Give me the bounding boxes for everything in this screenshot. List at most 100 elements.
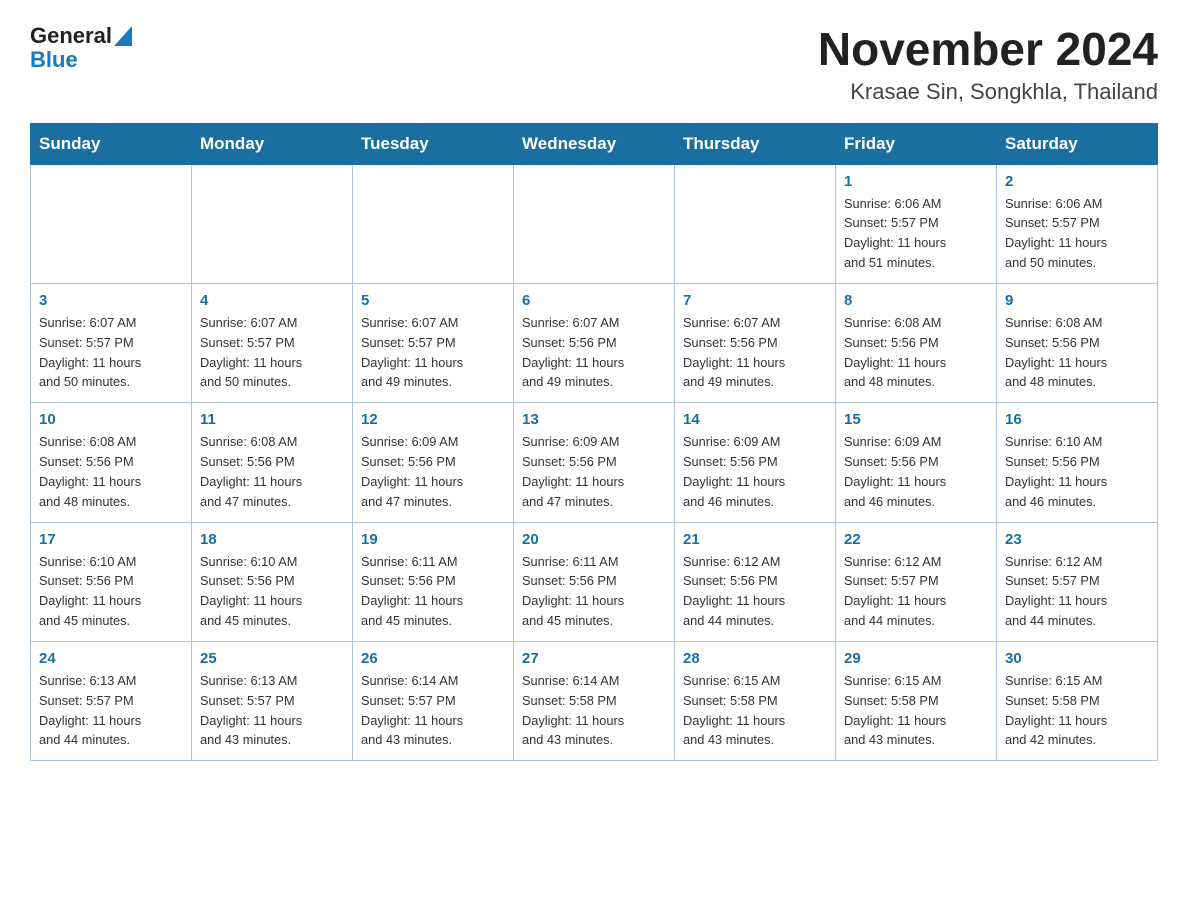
day-number: 3 [39,292,183,309]
subtitle: Krasae Sin, Songkhla, Thailand [818,79,1158,105]
day-number: 14 [683,411,827,428]
day-number: 29 [844,650,988,667]
calendar-week-row: 1 Sunrise: 6:06 AMSunset: 5:57 PMDaylight… [31,164,1158,283]
day-info: Sunrise: 6:08 AMSunset: 5:56 PMDaylight:… [39,432,183,511]
day-number: 9 [1005,292,1149,309]
calendar-cell: 13Sunrise: 6:09 AMSunset: 5:56 PMDayligh… [514,403,675,522]
calendar-cell: 17 Sunrise: 6:10 AMSunset: 5:56 PMDayligh… [31,522,192,641]
day-number: 27 [522,650,666,667]
calendar-cell: 27 Sunrise: 6:14 AMSunset: 5:58 PMDayligh… [514,641,675,760]
calendar-cell: 4Sunrise: 6:07 AMSunset: 5:57 PMDaylight… [192,283,353,402]
day-number: 15 [844,411,988,428]
day-info: Sunrise: 6:06 AMSunset: 5:57 PMDaylight:… [1005,194,1149,273]
day-info: Sunrise: 6:07 AMSunset: 5:56 PMDaylight:… [683,313,827,392]
title-area: November 2024 Krasae Sin, Songkhla, Thai… [818,24,1158,105]
calendar-cell: 25Sunrise: 6:13 AMSunset: 5:57 PMDayligh… [192,641,353,760]
calendar-cell: 24 Sunrise: 6:13 AMSunset: 5:57 PMDayligh… [31,641,192,760]
calendar-cell: 14 Sunrise: 6:09 AMSunset: 5:56 PMDayligh… [675,403,836,522]
calendar-cell: 28 Sunrise: 6:15 AMSunset: 5:58 PMDayligh… [675,641,836,760]
calendar-table: SundayMondayTuesdayWednesdayThursdayFrid… [30,123,1158,762]
col-header-thursday: Thursday [675,123,836,164]
calendar-week-row: 10Sunrise: 6:08 AMSunset: 5:56 PMDayligh… [31,403,1158,522]
calendar-cell [31,164,192,283]
calendar-cell: 9Sunrise: 6:08 AMSunset: 5:56 PMDaylight… [997,283,1158,402]
day-info: Sunrise: 6:13 AMSunset: 5:57 PMDaylight:… [200,671,344,750]
day-number: 1 [844,173,988,190]
day-info: Sunrise: 6:08 AMSunset: 5:56 PMDaylight:… [844,313,988,392]
day-info: Sunrise: 6:14 AMSunset: 5:58 PMDaylight:… [522,671,666,750]
col-header-sunday: Sunday [31,123,192,164]
day-number: 18 [200,531,344,548]
day-number: 2 [1005,173,1149,190]
day-info: Sunrise: 6:15 AMSunset: 5:58 PMDaylight:… [1005,671,1149,750]
col-header-saturday: Saturday [997,123,1158,164]
col-header-monday: Monday [192,123,353,164]
day-info: Sunrise: 6:10 AMSunset: 5:56 PMDaylight:… [1005,432,1149,511]
calendar-cell: 26 Sunrise: 6:14 AMSunset: 5:57 PMDayligh… [353,641,514,760]
calendar-cell: 8 Sunrise: 6:08 AMSunset: 5:56 PMDaylight… [836,283,997,402]
day-info: Sunrise: 6:12 AMSunset: 5:57 PMDaylight:… [1005,552,1149,631]
calendar-cell [514,164,675,283]
header: General Blue November 2024 Krasae Sin, S… [30,24,1158,105]
day-info: Sunrise: 6:09 AMSunset: 5:56 PMDaylight:… [522,432,666,511]
calendar-header-row: SundayMondayTuesdayWednesdayThursdayFrid… [31,123,1158,164]
calendar-cell: 5 Sunrise: 6:07 AMSunset: 5:57 PMDaylight… [353,283,514,402]
calendar-cell: 3 Sunrise: 6:07 AMSunset: 5:57 PMDaylight… [31,283,192,402]
calendar-cell: 16 Sunrise: 6:10 AMSunset: 5:56 PMDayligh… [997,403,1158,522]
day-number: 26 [361,650,505,667]
calendar-cell: 23Sunrise: 6:12 AMSunset: 5:57 PMDayligh… [997,522,1158,641]
calendar-cell: 30 Sunrise: 6:15 AMSunset: 5:58 PMDayligh… [997,641,1158,760]
day-info: Sunrise: 6:14 AMSunset: 5:57 PMDaylight:… [361,671,505,750]
day-number: 16 [1005,411,1149,428]
calendar-cell [353,164,514,283]
calendar-week-row: 3 Sunrise: 6:07 AMSunset: 5:57 PMDaylight… [31,283,1158,402]
day-number: 4 [200,292,344,309]
day-number: 11 [200,411,344,428]
day-info: Sunrise: 6:10 AMSunset: 5:56 PMDaylight:… [39,552,183,631]
day-number: 8 [844,292,988,309]
calendar-week-row: 24 Sunrise: 6:13 AMSunset: 5:57 PMDayligh… [31,641,1158,760]
calendar-cell: 15 Sunrise: 6:09 AMSunset: 5:56 PMDayligh… [836,403,997,522]
day-info: Sunrise: 6:09 AMSunset: 5:56 PMDaylight:… [361,432,505,511]
calendar-cell: 7 Sunrise: 6:07 AMSunset: 5:56 PMDaylight… [675,283,836,402]
calendar-cell: 18 Sunrise: 6:10 AMSunset: 5:56 PMDayligh… [192,522,353,641]
day-info: Sunrise: 6:12 AMSunset: 5:56 PMDaylight:… [683,552,827,631]
day-info: Sunrise: 6:07 AMSunset: 5:57 PMDaylight:… [361,313,505,392]
logo: General Blue [30,24,132,72]
day-number: 24 [39,650,183,667]
day-number: 12 [361,411,505,428]
day-info: Sunrise: 6:10 AMSunset: 5:56 PMDaylight:… [200,552,344,631]
calendar-week-row: 17 Sunrise: 6:10 AMSunset: 5:56 PMDayligh… [31,522,1158,641]
day-number: 6 [522,292,666,309]
main-title: November 2024 [818,24,1158,75]
day-info: Sunrise: 6:09 AMSunset: 5:56 PMDaylight:… [844,432,988,511]
day-info: Sunrise: 6:15 AMSunset: 5:58 PMDaylight:… [683,671,827,750]
day-info: Sunrise: 6:07 AMSunset: 5:57 PMDaylight:… [39,313,183,392]
logo-blue-text: Blue [30,47,78,72]
calendar-cell: 20Sunrise: 6:11 AMSunset: 5:56 PMDayligh… [514,522,675,641]
col-header-tuesday: Tuesday [353,123,514,164]
calendar-cell: 11Sunrise: 6:08 AMSunset: 5:56 PMDayligh… [192,403,353,522]
calendar-cell: 29 Sunrise: 6:15 AMSunset: 5:58 PMDayligh… [836,641,997,760]
day-number: 28 [683,650,827,667]
day-number: 19 [361,531,505,548]
day-number: 22 [844,531,988,548]
day-number: 7 [683,292,827,309]
calendar-cell [675,164,836,283]
day-info: Sunrise: 6:13 AMSunset: 5:57 PMDaylight:… [39,671,183,750]
calendar-cell: 2 Sunrise: 6:06 AMSunset: 5:57 PMDaylight… [997,164,1158,283]
col-header-wednesday: Wednesday [514,123,675,164]
calendar-cell: 10Sunrise: 6:08 AMSunset: 5:56 PMDayligh… [31,403,192,522]
day-number: 17 [39,531,183,548]
calendar-cell: 6 Sunrise: 6:07 AMSunset: 5:56 PMDaylight… [514,283,675,402]
day-info: Sunrise: 6:15 AMSunset: 5:58 PMDaylight:… [844,671,988,750]
day-info: Sunrise: 6:12 AMSunset: 5:57 PMDaylight:… [844,552,988,631]
calendar-cell: 19Sunrise: 6:11 AMSunset: 5:56 PMDayligh… [353,522,514,641]
day-number: 30 [1005,650,1149,667]
calendar-cell [192,164,353,283]
day-number: 5 [361,292,505,309]
day-info: Sunrise: 6:09 AMSunset: 5:56 PMDaylight:… [683,432,827,511]
calendar-cell: 21 Sunrise: 6:12 AMSunset: 5:56 PMDayligh… [675,522,836,641]
day-info: Sunrise: 6:07 AMSunset: 5:56 PMDaylight:… [522,313,666,392]
day-number: 21 [683,531,827,548]
